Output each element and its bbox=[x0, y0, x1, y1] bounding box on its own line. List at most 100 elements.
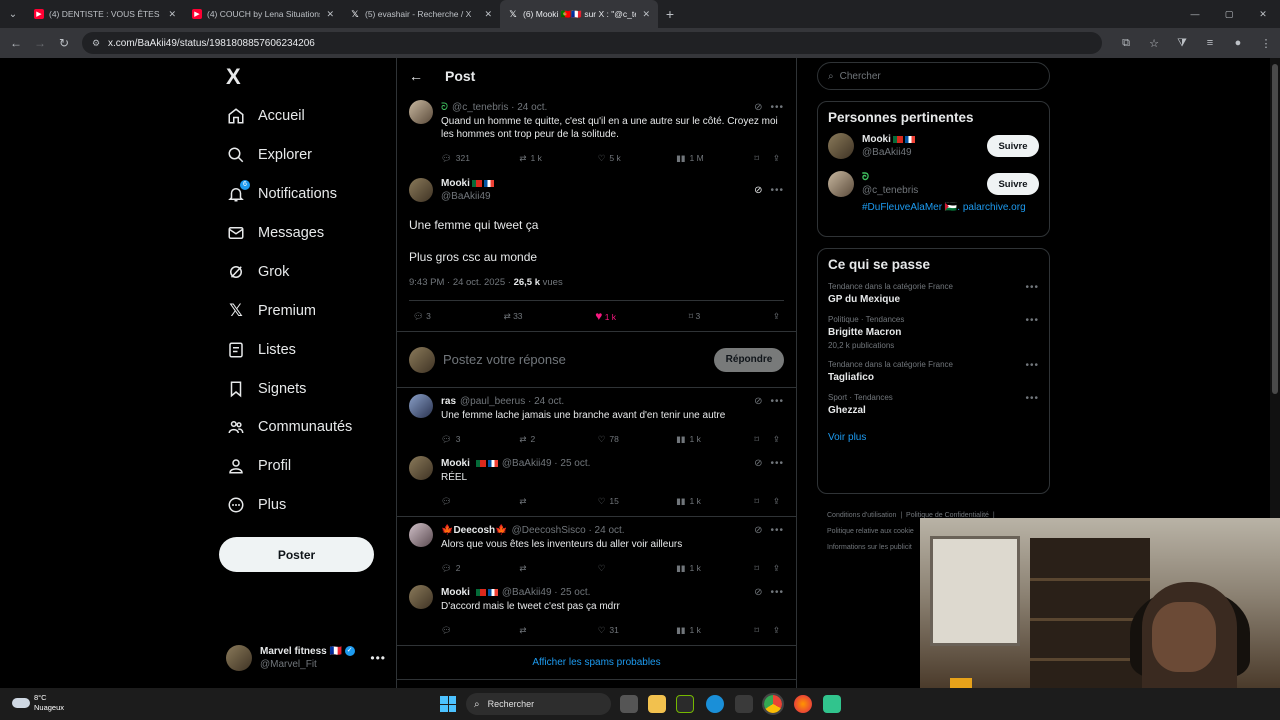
follow-button[interactable]: Suivre bbox=[987, 135, 1039, 157]
edge-icon[interactable] bbox=[706, 695, 724, 713]
tweet-display-name[interactable]: 🍁Deecosh🍁 bbox=[441, 525, 508, 536]
more-icon[interactable]: ••• bbox=[770, 396, 784, 407]
like-button[interactable]: ♡ 78 bbox=[598, 434, 638, 445]
share-icon[interactable]: ⇪ bbox=[773, 153, 780, 164]
repost-button[interactable]: ⇄ 33 bbox=[504, 311, 523, 322]
x-logo[interactable]: X bbox=[226, 64, 241, 90]
back-arrow-icon[interactable]: ← bbox=[4, 36, 28, 50]
reply-tweet[interactable]: Mooki @BaAkii49 · 25 oct. ⊘ ••• D'accord … bbox=[397, 579, 796, 641]
profile-avatar-icon[interactable]: ● bbox=[1224, 37, 1252, 49]
nav-item-premium[interactable]: 𝕏 Premium bbox=[226, 296, 316, 326]
tweet-display-name[interactable]: ras bbox=[441, 396, 456, 407]
views-button[interactable]: ▮▮ 1 k bbox=[676, 496, 716, 507]
more-icon[interactable]: ••• bbox=[370, 651, 386, 665]
grok-icon[interactable]: ⊘ bbox=[754, 587, 762, 598]
tweet-timestamp[interactable]: 9:43 PM · 24 oct. 2025 · bbox=[409, 277, 511, 288]
nav-item-messages[interactable]: Messages bbox=[226, 218, 324, 248]
forward-arrow-icon[interactable]: → bbox=[28, 36, 52, 50]
avatar[interactable] bbox=[409, 456, 433, 480]
person-bio[interactable]: #DuFleuveAlaMer 🇵🇸. palarchive.org bbox=[862, 201, 1039, 214]
nav-item-grok[interactable]: Grok bbox=[226, 257, 289, 287]
reply-button[interactable]: 💬︎ 3 bbox=[441, 434, 481, 445]
account-switcher[interactable]: Marvel fitness 🇫🇷 ✓ @Marvel_Fit ••• bbox=[226, 643, 386, 673]
reply-button[interactable]: 💬︎ 321 bbox=[441, 153, 481, 164]
site-info-icon[interactable]: ⚙ bbox=[92, 38, 102, 48]
avatar[interactable] bbox=[828, 171, 854, 197]
reply-button[interactable]: 💬︎ bbox=[441, 625, 481, 636]
reading-list-icon[interactable]: ≡ bbox=[1196, 37, 1224, 49]
more-icon[interactable]: ••• bbox=[770, 185, 784, 196]
address-bar[interactable]: ⚙ x.com/BaAkii49/status/1981808857606234… bbox=[82, 32, 1102, 54]
reply-tweet[interactable]: 🍁Deecosh🍁 @DeecoshSisco · 24 oct. ⊘ ••• A… bbox=[397, 517, 796, 579]
repost-button[interactable]: ⇄ bbox=[519, 563, 559, 574]
more-icon[interactable]: ••• bbox=[1025, 282, 1039, 293]
trend-item[interactable]: Tendance dans la catégorie France GP du … bbox=[828, 282, 1039, 305]
more-icon[interactable]: ••• bbox=[770, 102, 784, 113]
bookmark-icon[interactable]: ⌑ bbox=[755, 625, 759, 636]
views-button[interactable]: ▮▮ 1 M bbox=[676, 153, 716, 164]
show-probable-spam-link[interactable]: Afficher les spams probables bbox=[397, 646, 796, 680]
browser-menu-icon[interactable]: ⋮ bbox=[1252, 37, 1280, 50]
views-button[interactable]: ▮▮ 1 k bbox=[676, 625, 716, 636]
app-icon[interactable] bbox=[823, 695, 841, 713]
reply-input[interactable]: Postez votre réponse bbox=[443, 352, 714, 367]
nav-item-accueil[interactable]: Accueil bbox=[226, 101, 305, 131]
browser-tab-2[interactable]: ▶ (4) COUCH by Lena Situations ✕ bbox=[184, 0, 342, 28]
share-icon[interactable]: ⇪ bbox=[773, 434, 780, 445]
more-icon[interactable]: ••• bbox=[1025, 315, 1039, 326]
close-icon[interactable]: ✕ bbox=[326, 9, 334, 20]
share-icon[interactable]: ⇪ bbox=[773, 311, 780, 322]
tweet-handle[interactable]: @paul_beerus bbox=[460, 396, 525, 407]
grok-icon[interactable]: ⊘ bbox=[754, 458, 762, 469]
nav-item-communautes[interactable]: Communautés bbox=[226, 412, 352, 442]
windows-start-icon[interactable] bbox=[440, 696, 456, 712]
reply-tweet[interactable]: Mooki @BaAkii49 · 25 oct. ⊘ ••• RÉEL 💬︎ ⇄… bbox=[397, 450, 796, 512]
more-icon[interactable]: ••• bbox=[770, 587, 784, 598]
search-input[interactable]: ⌕ Chercher bbox=[817, 62, 1050, 90]
close-icon[interactable]: ✕ bbox=[642, 9, 650, 20]
like-button[interactable]: ♡ bbox=[598, 563, 638, 574]
like-button[interactable]: ♡ 15 bbox=[598, 496, 638, 507]
tweet-handle[interactable]: @BaAkii49 bbox=[441, 190, 754, 203]
star-icon[interactable]: ☆ bbox=[1140, 37, 1168, 50]
grok-icon[interactable]: ⊘ bbox=[754, 102, 762, 113]
more-icon[interactable]: ••• bbox=[770, 458, 784, 469]
share-icon[interactable]: ⇪ bbox=[773, 625, 780, 636]
reply-submit-button[interactable]: Répondre bbox=[714, 347, 784, 372]
avatar[interactable] bbox=[409, 585, 433, 609]
avatar[interactable] bbox=[409, 100, 433, 124]
weather-widget[interactable]: 8°C Nuageux bbox=[12, 693, 64, 713]
post-button[interactable]: Poster bbox=[219, 537, 374, 572]
bookmark-icon[interactable]: ⌑ bbox=[755, 153, 759, 164]
person-suggestion[interactable]: ᘐ @c_tenebris #DuFleuveAlaMer 🇵🇸. palarc… bbox=[828, 171, 1039, 214]
see-more-link[interactable]: Voir plus bbox=[828, 432, 1039, 443]
reply-button[interactable]: 💬︎ bbox=[441, 496, 481, 507]
new-tab-button[interactable]: + bbox=[658, 6, 682, 22]
task-view-icon[interactable] bbox=[620, 695, 638, 713]
share-icon[interactable]: ⇪ bbox=[773, 563, 780, 574]
nav-item-profil[interactable]: Profil bbox=[226, 451, 291, 481]
bookmark-icon[interactable]: ⌑ bbox=[755, 434, 759, 445]
browser-tab-4-active[interactable]: 𝕏 (6) Mooki 🇵🇹🇫🇷 sur X : "@c_tene ✕ bbox=[500, 0, 658, 28]
maximize-icon[interactable]: ▢ bbox=[1212, 0, 1246, 28]
share-icon[interactable]: ⇪ bbox=[773, 496, 780, 507]
grok-icon[interactable]: ⊘ bbox=[754, 396, 762, 407]
views-button[interactable]: ▮▮ 1 k bbox=[676, 563, 716, 574]
repost-button[interactable]: ⇄ bbox=[519, 496, 559, 507]
close-window-icon[interactable]: ✕ bbox=[1246, 0, 1280, 28]
close-icon[interactable]: ✕ bbox=[484, 9, 492, 20]
repost-button[interactable]: ⇄ 1 k bbox=[519, 153, 559, 164]
avatar[interactable] bbox=[409, 523, 433, 547]
like-button[interactable]: ♡ 31 bbox=[598, 625, 638, 636]
like-button[interactable]: ♡ 5 k bbox=[598, 153, 638, 164]
tweet-handle[interactable]: @BaAkii49 bbox=[502, 458, 552, 469]
repost-button[interactable]: ⇄ 2 bbox=[519, 434, 559, 445]
person-suggestion[interactable]: Mooki @BaAkii49 Suivre bbox=[828, 133, 1039, 159]
reply-button[interactable]: 💬︎ 2 bbox=[441, 563, 481, 574]
close-icon[interactable]: ✕ bbox=[168, 9, 176, 20]
avatar[interactable] bbox=[409, 394, 433, 418]
scrollbar-thumb[interactable] bbox=[1272, 64, 1278, 394]
trend-item[interactable]: Politique · Tendances Brigitte Macron 20… bbox=[828, 315, 1039, 350]
more-icon[interactable]: ••• bbox=[770, 525, 784, 536]
follow-button[interactable]: Suivre bbox=[987, 173, 1039, 195]
